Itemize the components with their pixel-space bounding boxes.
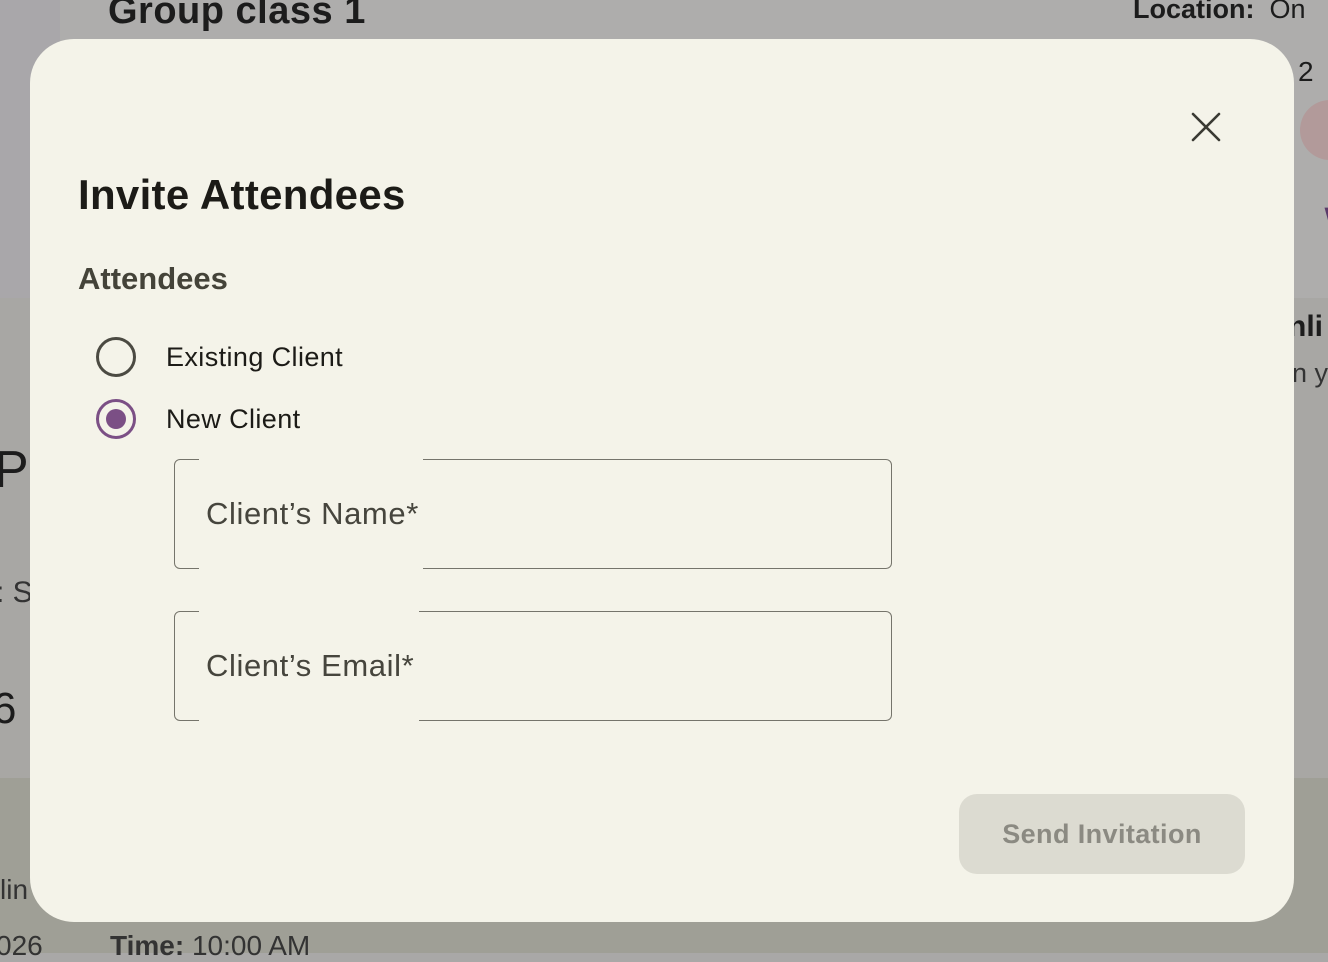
background-left-digit: 6	[0, 684, 17, 733]
client-name-field[interactable]: Client’s Name*	[174, 458, 892, 570]
background-location: Location: On	[1133, 0, 1306, 25]
radio-existing-client-label: Existing Client	[166, 341, 344, 372]
client-name-input[interactable]	[175, 460, 891, 568]
background-time-value: 10:00 AM	[191, 930, 311, 961]
background-time-label: Time:	[110, 930, 185, 961]
background-time: Time: 10:00 AM	[110, 930, 310, 962]
close-icon	[1191, 112, 1221, 142]
radio-unchecked-icon[interactable]	[96, 337, 136, 377]
radio-existing-client[interactable]: Existing Client	[96, 335, 343, 379]
background-left-text: : S	[0, 576, 33, 609]
client-email-input[interactable]	[175, 612, 891, 720]
background-chevron-icon: ∨	[1320, 198, 1328, 233]
background-right-number: 2	[1298, 56, 1314, 87]
background-footer-text: lin	[0, 874, 29, 905]
background-right-text: n y	[1292, 358, 1328, 388]
radio-new-client[interactable]: New Client	[96, 397, 301, 441]
dialog-title: Invite Attendees	[78, 171, 406, 218]
attendees-section-label: Attendees	[78, 261, 228, 296]
background-page-title: Group class 1	[108, 0, 366, 32]
client-email-field[interactable]: Client’s Email*	[174, 610, 892, 722]
background-footer-year: 026	[0, 930, 43, 961]
invite-attendees-dialog: Invite Attendees Attendees Existing Clie…	[30, 39, 1294, 922]
radio-new-client-label: New Client	[166, 403, 301, 434]
background-location-value: On	[1269, 0, 1306, 24]
radio-checked-icon[interactable]	[96, 399, 136, 439]
send-invitation-button[interactable]: Send Invitation	[959, 794, 1245, 874]
background-location-label: Location:	[1133, 0, 1255, 24]
close-button[interactable]	[1180, 101, 1232, 153]
